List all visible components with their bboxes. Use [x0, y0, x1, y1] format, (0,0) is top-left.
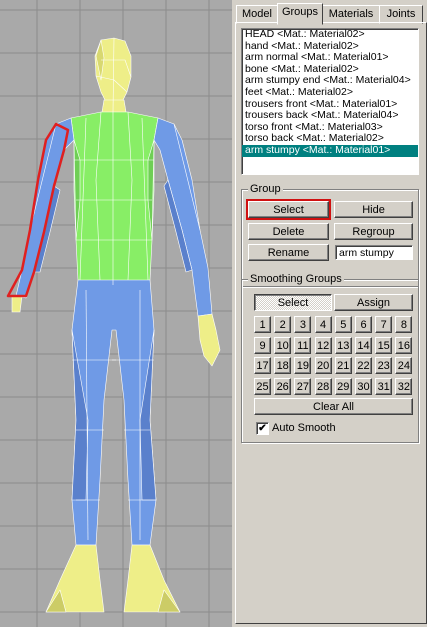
- smoothing-group-button[interactable]: 6: [355, 316, 372, 333]
- smoothing-group-button[interactable]: 29: [334, 377, 352, 395]
- smoothing-group-button[interactable]: 15: [375, 336, 393, 354]
- smoothing-group-button[interactable]: 3: [294, 316, 312, 333]
- list-item[interactable]: trousers back <Mat.: Material04>: [242, 110, 418, 122]
- smoothing-group-button[interactable]: 11: [294, 336, 312, 354]
- smoothing-group-button[interactable]: 27: [294, 377, 312, 395]
- smoothing-box-title: Smoothing Groups: [248, 273, 344, 285]
- smoothing-group-button[interactable]: 7: [375, 316, 393, 333]
- auto-smooth-label: Auto Smooth: [272, 422, 336, 434]
- list-item[interactable]: feet <Mat.: Material02>: [242, 86, 418, 99]
- smoothing-group-button[interactable]: 26: [274, 377, 292, 395]
- rename-button[interactable]: Rename: [248, 244, 329, 261]
- smoothing-group-button[interactable]: 20: [314, 357, 332, 374]
- smoothing-group-button[interactable]: 21: [334, 357, 352, 374]
- hand-mesh: [197, 313, 221, 367]
- smoothing-group-button[interactable]: 22: [355, 357, 372, 374]
- groups-listbox[interactable]: HEAD <Mat.: Material02> hand <Mat.: Mate…: [241, 28, 419, 175]
- list-item-selected[interactable]: arm stumpy <Mat.: Material01>: [242, 144, 418, 157]
- smoothing-group-button[interactable]: 1: [254, 316, 271, 333]
- smoothing-group-button[interactable]: 31: [375, 377, 393, 395]
- smoothing-group-button[interactable]: 32: [395, 377, 413, 395]
- properties-panel: Model Groups Materials Joints HEAD <Mat.…: [232, 0, 427, 627]
- smoothing-group-button[interactable]: 24: [395, 357, 413, 374]
- smoothing-group-button[interactable]: 23: [375, 357, 393, 374]
- clear-all-button[interactable]: Clear All: [254, 398, 413, 415]
- smoothing-group-button[interactable]: 19: [294, 357, 312, 374]
- model-viewport[interactable]: [0, 0, 232, 627]
- smoothing-select-button[interactable]: Select: [254, 294, 332, 311]
- smoothing-group-button[interactable]: 4: [314, 316, 332, 333]
- smoothing-groups-groupbox: Smoothing Groups Select Assign 123456789…: [241, 273, 419, 443]
- tab-groups[interactable]: Groups: [277, 3, 323, 25]
- smoothing-group-button[interactable]: 8: [395, 316, 413, 333]
- smoothing-group-button[interactable]: 13: [334, 336, 352, 354]
- smoothing-group-button[interactable]: 9: [254, 336, 271, 354]
- group-delete-button[interactable]: Delete: [248, 223, 329, 240]
- group-select-button[interactable]: Select: [246, 199, 331, 220]
- smoothing-group-button[interactable]: 10: [274, 336, 292, 354]
- arm-normal-mesh: [153, 117, 213, 317]
- smoothing-group-button[interactable]: 25: [254, 377, 271, 395]
- groups-tab-body: HEAD <Mat.: Material02> hand <Mat.: Mate…: [235, 22, 427, 624]
- smoothing-group-button[interactable]: 12: [314, 336, 332, 354]
- smoothing-assign-button[interactable]: Assign: [334, 294, 413, 311]
- smoothing-group-button[interactable]: 17: [254, 357, 271, 374]
- model-canvas[interactable]: [0, 0, 232, 627]
- group-box-title: Group: [248, 183, 283, 195]
- smoothing-group-button[interactable]: 30: [355, 377, 372, 395]
- smoothing-group-button[interactable]: 5: [334, 316, 352, 333]
- smoothing-group-button[interactable]: 14: [355, 336, 372, 354]
- smoothing-group-button[interactable]: 16: [395, 336, 413, 354]
- smoothing-group-button[interactable]: 2: [274, 316, 292, 333]
- smoothing-group-button[interactable]: 28: [314, 377, 332, 395]
- group-hide-button[interactable]: Hide: [334, 201, 413, 218]
- group-name-input[interactable]: arm stumpy: [335, 245, 413, 260]
- regroup-button[interactable]: Regroup: [334, 223, 413, 240]
- auto-smooth-checkbox[interactable]: ✔: [256, 422, 269, 435]
- list-item[interactable]: HEAD <Mat.: Material02>: [242, 29, 418, 41]
- smoothing-group-button[interactable]: 18: [274, 357, 292, 374]
